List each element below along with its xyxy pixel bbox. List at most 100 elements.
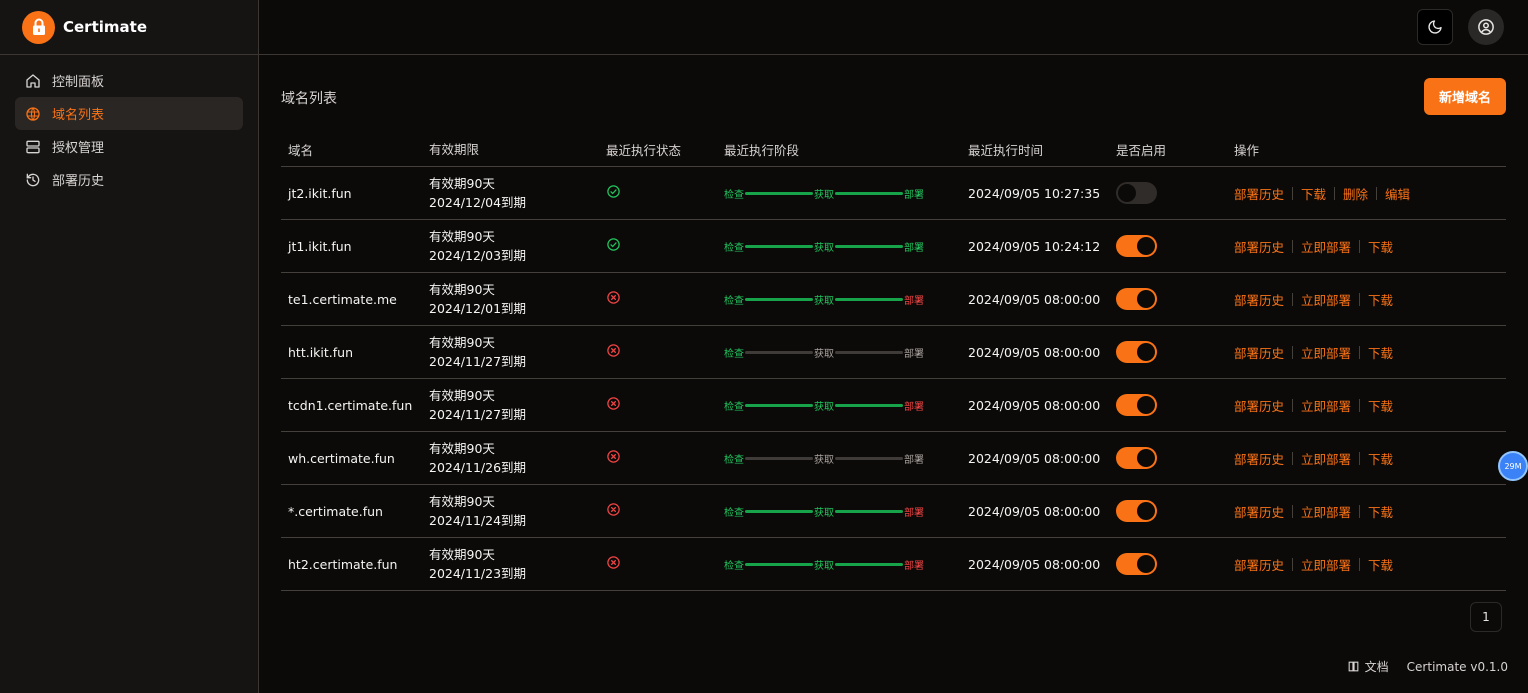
floating-badge[interactable]: 29M	[1498, 451, 1528, 481]
add-domain-button[interactable]: 新增域名	[1424, 78, 1506, 115]
column-header: 域名	[288, 143, 314, 158]
op-divider	[1359, 345, 1361, 359]
expire-date: 2024/11/26到期	[429, 460, 527, 475]
enable-toggle[interactable]	[1116, 394, 1157, 416]
op-link-2[interactable]: 下载	[1368, 502, 1393, 521]
op-divider	[1292, 239, 1294, 253]
op-link-1[interactable]: 立即部署	[1301, 502, 1351, 521]
op-link-1[interactable]: 立即部署	[1301, 290, 1351, 309]
op-link-2[interactable]: 下载	[1368, 449, 1393, 468]
op-link-2[interactable]: 下载	[1368, 343, 1393, 362]
op-link-0[interactable]: 部署历史	[1234, 555, 1284, 574]
table-row: ht2.certimate.fun 有效期90天 2024/11/23到期 检查 获取 部…	[281, 538, 1506, 591]
op-link-1[interactable]: 立即部署	[1301, 343, 1351, 362]
user-menu-button[interactable]	[1468, 9, 1504, 45]
stage-label: 部署	[904, 242, 924, 254]
expire-date: 2024/12/04到期	[429, 195, 527, 210]
x-circle-icon	[606, 343, 621, 358]
version-label: Certimate v0.1.0	[1406, 659, 1508, 674]
toggle-knob	[1137, 290, 1155, 308]
enable-toggle[interactable]	[1116, 447, 1157, 469]
ops-cell: 部署历史 立即部署 下载	[1234, 237, 1506, 256]
op-link-0[interactable]: 部署历史	[1234, 502, 1284, 521]
brand[interactable]: Certimate	[0, 0, 258, 55]
enable-toggle[interactable]	[1116, 288, 1157, 310]
stage-connector	[745, 244, 813, 248]
validity-cell: 有效期90天 2024/12/03到期	[429, 227, 606, 265]
stage-cell: 检查 获取 部署	[724, 186, 968, 201]
op-link-2[interactable]: 下载	[1368, 290, 1393, 309]
op-link-0[interactable]: 部署历史	[1234, 290, 1284, 309]
expire-date: 2024/11/27到期	[429, 354, 527, 369]
stage-connector	[745, 562, 813, 566]
validity-days: 有效期90天	[429, 494, 495, 509]
stage-label: 获取	[814, 242, 834, 254]
server-icon	[25, 139, 41, 155]
op-link-1[interactable]: 立即部署	[1301, 449, 1351, 468]
table-row: *.certimate.fun 有效期90天 2024/11/24到期 检查 获取 部署 2…	[281, 485, 1506, 538]
table-row: jt1.ikit.fun 有效期90天 2024/12/03到期 检查 获取 部署 2024…	[281, 220, 1506, 273]
ops-cell: 部署历史 立即部署 下载	[1234, 396, 1506, 415]
validity-days: 有效期90天	[429, 335, 495, 350]
enable-cell	[1116, 288, 1234, 310]
op-link-2[interactable]: 下载	[1368, 555, 1393, 574]
toggle-knob	[1137, 396, 1155, 414]
enable-toggle[interactable]	[1116, 553, 1157, 575]
sidebar-item-3[interactable]: 部署历史	[15, 163, 243, 196]
stage-label: 部署	[904, 507, 924, 519]
status-cell	[606, 396, 724, 414]
toggle-knob	[1137, 343, 1155, 361]
stage-connector	[835, 456, 903, 460]
table-row: jt2.ikit.fun 有效期90天 2024/12/04到期 检查 获取 部署 2024…	[281, 167, 1506, 220]
table-row: wh.certimate.fun 有效期90天 2024/11/26到期 检查 获取 部署…	[281, 432, 1506, 485]
stage-cell: 检查 获取 部署	[724, 504, 968, 519]
enable-toggle[interactable]	[1116, 500, 1157, 522]
docs-link[interactable]: 文档	[1347, 658, 1389, 675]
op-link-0[interactable]: 部署历史	[1234, 343, 1284, 362]
status-cell	[606, 555, 724, 573]
user-circle-icon	[1478, 19, 1494, 35]
docs-label: 文档	[1364, 660, 1389, 674]
op-link-1[interactable]: 立即部署	[1301, 237, 1351, 256]
time-cell: 2024/09/05 08:00:00	[968, 291, 1101, 307]
app-name: Certimate	[63, 18, 147, 36]
op-divider	[1292, 398, 1294, 412]
op-divider	[1292, 345, 1294, 359]
lock-logo-icon	[22, 10, 55, 44]
enable-toggle[interactable]	[1116, 182, 1157, 204]
op-link-0[interactable]: 部署历史	[1234, 237, 1284, 256]
check-circle-icon	[606, 184, 621, 199]
op-link-0[interactable]: 部署历史	[1234, 396, 1284, 415]
enable-toggle[interactable]	[1116, 341, 1157, 363]
theme-toggle-button[interactable]	[1417, 9, 1453, 45]
stage-progress: 检查 获取 部署	[724, 186, 924, 201]
expire-date: 2024/12/01到期	[429, 301, 527, 316]
toggle-knob	[1137, 237, 1155, 255]
sidebar-item-label: 部署历史	[52, 174, 105, 189]
domain-cell: jt1.ikit.fun	[288, 238, 352, 254]
sidebar-item-label: 控制面板	[52, 75, 105, 90]
sidebar-item-2[interactable]: 授权管理	[15, 130, 243, 163]
sidebar-item-1[interactable]: 域名列表	[15, 97, 243, 130]
column-header: 最近执行状态	[606, 143, 682, 158]
op-link-1[interactable]: 下载	[1301, 184, 1326, 203]
op-link-1[interactable]: 立即部署	[1301, 396, 1351, 415]
op-link-2[interactable]: 删除	[1343, 184, 1368, 203]
stage-label: 检查	[724, 507, 744, 519]
op-link-2[interactable]: 下载	[1368, 237, 1393, 256]
sidebar-item-0[interactable]: 控制面板	[15, 64, 243, 97]
op-link-0[interactable]: 部署历史	[1234, 449, 1284, 468]
toggle-knob	[1118, 184, 1136, 202]
enable-toggle[interactable]	[1116, 235, 1157, 257]
stage-progress: 检查 获取 部署	[724, 557, 924, 572]
stage-label: 部署	[904, 401, 924, 413]
op-link-2[interactable]: 下载	[1368, 396, 1393, 415]
op-link-0[interactable]: 部署历史	[1234, 184, 1284, 203]
op-link-1[interactable]: 立即部署	[1301, 555, 1351, 574]
stage-label: 获取	[814, 507, 834, 519]
pagination-page-button[interactable]: 1	[1470, 602, 1502, 632]
stage-cell: 检查 获取 部署	[724, 345, 968, 360]
op-link-3[interactable]: 编辑	[1385, 184, 1410, 203]
table-row: te1.certimate.me 有效期90天 2024/12/01到期 检查 获取 部署…	[281, 273, 1506, 326]
stage-label: 获取	[814, 560, 834, 572]
